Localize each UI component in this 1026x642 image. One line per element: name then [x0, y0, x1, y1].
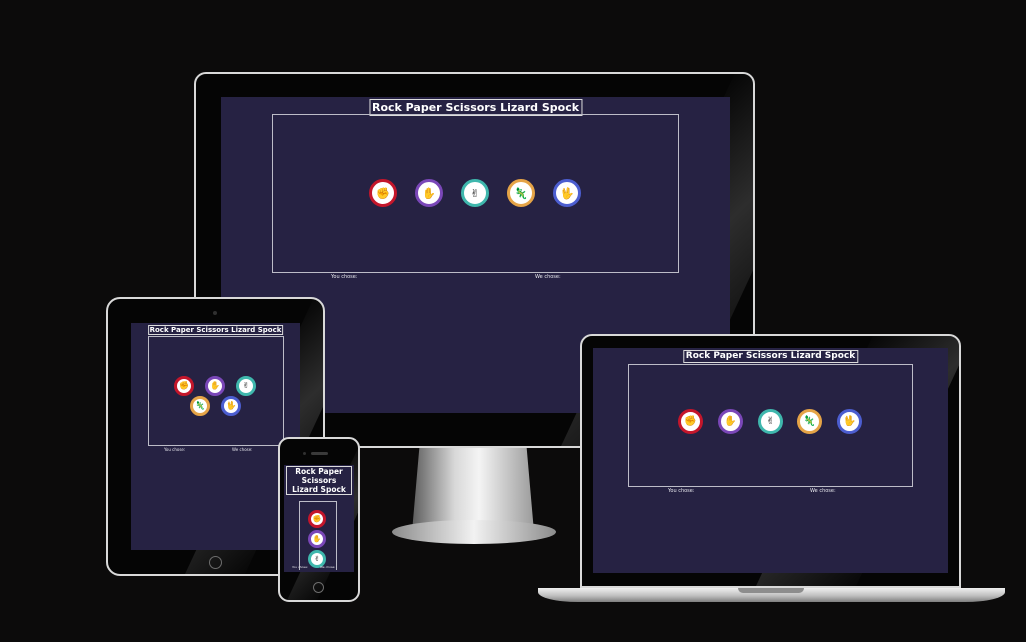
rock-button[interactable]: ✊ — [678, 409, 703, 434]
page-title: Rock Paper Scissors Lizard Spock — [147, 325, 284, 336]
laptop-notch — [738, 588, 804, 593]
paper-button[interactable]: ✋ — [415, 179, 443, 207]
rock-button[interactable]: ✊ — [174, 376, 194, 396]
page-title: Rock Paper Scissors Lizard Spock — [286, 466, 352, 495]
paper-icon: ✋ — [724, 415, 737, 427]
paper-icon: ✋ — [312, 534, 322, 543]
scissors-icon: ✌ — [242, 381, 250, 390]
spock-icon: 🖖 — [843, 415, 856, 427]
lizard-button[interactable]: 🦎 — [797, 409, 822, 434]
scissors-button[interactable]: ✌ — [236, 376, 256, 396]
laptop-screen: Rock Paper Scissors Lizard Spock ✊ ✋ ✌ 🦎… — [593, 348, 948, 573]
tablet-home-button — [209, 556, 222, 569]
phone-screen: Rock Paper Scissors Lizard Spock ✊ ✋ ✌ Y… — [284, 465, 354, 572]
spock-button[interactable]: 🖖 — [221, 396, 241, 416]
you-chose-label: You chose: — [331, 274, 358, 280]
paper-button[interactable]: ✋ — [308, 530, 326, 548]
spock-icon: 🖖 — [560, 186, 574, 200]
spock-button[interactable]: 🖖 — [837, 409, 862, 434]
we-chose-label: We chose: — [810, 488, 836, 494]
scissors-button[interactable]: ✌ — [758, 409, 783, 434]
spock-icon: 🖖 — [226, 401, 236, 410]
paper-icon: ✋ — [210, 381, 220, 390]
tablet-screen: Rock Paper Scissors Lizard Spock ✊ ✋ ✌ 🦎… — [131, 323, 300, 550]
lizard-icon: 🦎 — [803, 415, 816, 427]
we-chose-label: We chose: — [232, 447, 253, 452]
scissors-icon: ✌ — [314, 554, 320, 563]
rock-icon: ✊ — [179, 381, 189, 390]
paper-button[interactable]: ✋ — [205, 376, 225, 396]
rock-button[interactable]: ✊ — [369, 179, 397, 207]
lizard-icon: 🦎 — [514, 186, 528, 200]
paper-button[interactable]: ✋ — [718, 409, 743, 434]
rock-icon: ✊ — [684, 415, 697, 427]
we-chose-label: We chose: — [320, 565, 336, 569]
rock-icon: ✊ — [312, 514, 322, 523]
rock-icon: ✊ — [376, 186, 390, 200]
you-chose-label: You chose: — [292, 565, 308, 569]
lizard-button[interactable]: 🦎 — [190, 396, 210, 416]
lizard-icon: 🦎 — [195, 401, 205, 410]
we-chose-label: We chose: — [535, 274, 561, 280]
spock-button[interactable]: 🖖 — [553, 179, 581, 207]
lizard-button[interactable]: 🦎 — [507, 179, 535, 207]
phone-speaker — [311, 452, 328, 455]
you-chose-label: You chose: — [164, 447, 186, 452]
scissors-icon: ✌ — [470, 186, 480, 200]
page-title: Rock Paper Scissors Lizard Spock — [682, 350, 859, 363]
paper-icon: ✋ — [422, 186, 436, 200]
monitor-stand-foot — [392, 520, 556, 544]
scissors-icon: ✌ — [766, 415, 775, 427]
scissors-button[interactable]: ✌ — [461, 179, 489, 207]
phone-home-button — [313, 582, 324, 593]
rock-button[interactable]: ✊ — [308, 510, 326, 528]
you-chose-label: You chose: — [668, 488, 695, 494]
